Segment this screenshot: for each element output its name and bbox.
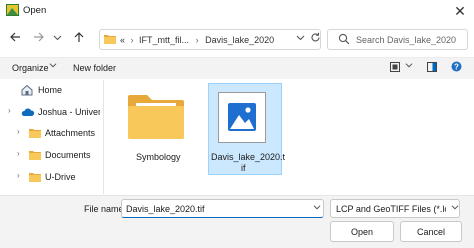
new-folder-button[interactable]: New folder [73,63,116,73]
refresh-icon [311,32,320,42]
open-dialog: Open ✕ « › IFT_mtt_fil... › Davis_lake_2… [0,0,474,248]
breadcrumb: « › IFT_mtt_fil... › Davis_lake_2020 [120,35,274,45]
arrow-left-icon [10,32,20,42]
search-icon [338,33,350,45]
sidebar-item-label: Home [38,85,63,95]
file-name-label: Symbology [136,152,181,162]
file-type-value[interactable]: LCP and GeoTIFF Files (*.lcp;*.tif [336,204,446,214]
sidebar-item-documents[interactable]: › Documents [0,146,103,164]
refresh-button[interactable] [310,32,321,46]
chevron-down-icon [53,35,61,40]
folder-icon [29,151,41,160]
breadcrumb-item-current[interactable]: Davis_lake_2020 [205,35,274,45]
chevron-down-icon [49,63,57,68]
app-icon [6,4,19,16]
sidebar-item-onedrive[interactable]: › Joshua - Univers [0,103,103,121]
search-input[interactable]: Search Davis_lake_2020 [356,35,456,45]
sidebar-item-label: Documents [45,150,91,160]
open-button[interactable]: Open [330,221,394,242]
svg-text:?: ? [454,62,459,71]
folder-icon [29,129,41,138]
sidebar-item-label: U-Drive [45,172,76,182]
sidebar-item-home[interactable]: Home [0,81,103,99]
organize-dropdown[interactable] [49,61,57,71]
close-button[interactable]: ✕ [446,0,474,22]
recent-locations-button[interactable] [50,28,64,46]
chevron-down-icon [313,205,321,210]
help-icon[interactable]: ? [451,61,462,72]
sidebar-item-u-drive[interactable]: › U-Drive [0,168,103,186]
cancel-button[interactable]: Cancel [400,221,462,242]
breadcrumb-overflow[interactable]: « [120,35,125,45]
file-name-label: Davis_lake_2020.t [211,152,286,162]
breadcrumb-item-parent[interactable]: IFT_mtt_fil... [139,35,189,45]
home-icon [21,84,33,96]
title-bar [0,0,474,22]
arrow-up-icon [74,32,84,42]
folder-icon [104,35,116,44]
back-button[interactable] [6,28,24,46]
breadcrumb-separator: › [195,35,199,45]
image-file-icon [218,92,266,143]
expand-chevron-icon[interactable]: › [17,149,20,158]
command-bar [0,57,474,79]
folder-icon [29,173,41,182]
file-type-dropdown[interactable] [451,203,459,213]
chevron-down-icon [296,35,305,41]
onedrive-cloud-icon [21,108,35,116]
up-button[interactable] [70,28,88,46]
file-name-value[interactable]: Davis_lake_2020.tif [126,204,205,214]
expand-chevron-icon[interactable]: › [17,171,20,180]
scrollbar[interactable] [462,80,474,194]
address-history-button[interactable] [296,33,305,45]
sidebar-item-attachments[interactable]: › Attachments [0,124,103,142]
view-dropdown[interactable] [405,61,413,71]
close-icon: ✕ [454,2,466,19]
folder-icon [128,95,184,139]
sidebar-item-label: Joshua - Univers [38,107,100,117]
arrow-right-icon [34,32,44,42]
file-name-label-continued: if [241,163,246,173]
chevron-down-icon [451,205,459,210]
sidebar-item-label: Attachments [45,128,96,138]
expand-chevron-icon[interactable]: › [8,106,11,115]
window-title: Open [23,5,47,16]
forward-button[interactable] [30,28,48,46]
expand-chevron-icon[interactable]: › [17,127,20,136]
chevron-down-icon [405,63,413,68]
preview-pane-icon[interactable] [427,62,437,72]
view-options-icon[interactable] [390,62,400,72]
file-name-label: File name: [84,204,127,214]
file-name-dropdown[interactable] [313,203,321,213]
breadcrumb-separator: › [130,35,134,45]
organize-button[interactable]: Organize [12,63,49,73]
